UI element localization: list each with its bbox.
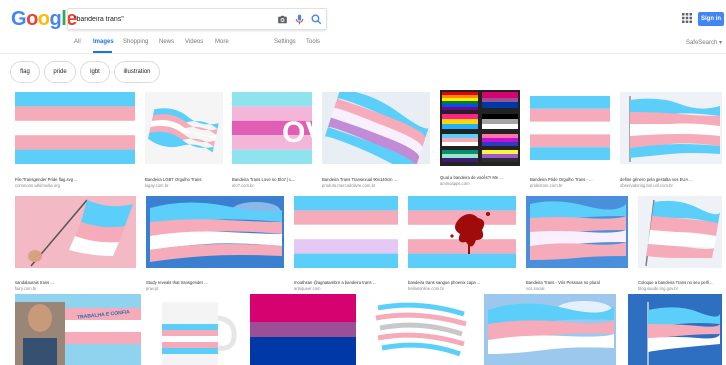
image-result[interactable]: define gênero pela gestalta nos EUA ... o…: [620, 92, 722, 188]
image-result[interactable]: [152, 294, 238, 365]
result-domain: artsqueer.com: [294, 285, 321, 291]
tab-videos[interactable]: Videos: [185, 39, 203, 45]
search-input[interactable]: [74, 12, 264, 27]
image-result[interactable]: [484, 294, 616, 365]
logo-letter: o: [26, 8, 38, 30]
ribbons-thumbnail: [368, 294, 472, 365]
logo-letter: g: [49, 8, 62, 30]
waving-flag-thumbnail: [322, 92, 430, 164]
result-domain: observatoriog.bol.uol.com.br: [620, 182, 673, 188]
waving-flag-sky-thumbnail: [146, 196, 284, 268]
result-domain: aminoapps.com: [440, 180, 470, 186]
image-result[interactable]: sandalaurais trans ... fairy.com.br: [15, 196, 136, 291]
waving-flag-thumbnail: [638, 196, 722, 268]
result-domain: elo7.com.br: [232, 182, 254, 188]
image-result[interactable]: Bandeira LGBT Orgulho Trans kigay.com.br: [145, 92, 223, 188]
image-result[interactable]: TRABALHA E CONFIA: [15, 294, 141, 365]
tab-tools[interactable]: Tools: [306, 39, 320, 45]
image-result[interactable]: Bandeira Pride Orgulho Trans - ... prides…: [530, 92, 610, 188]
microphone-icon[interactable]: [293, 13, 306, 26]
mug-thumbnail: [152, 294, 238, 365]
bisexual-flag-thumbnail: [250, 294, 356, 365]
tab-shopping[interactable]: Shopping: [123, 39, 148, 45]
logo-letter: G: [11, 8, 27, 30]
result-domain: bellasonline.com.br: [408, 285, 445, 291]
header: Google Sign in: [0, 0, 726, 34]
search-tabs: All Images Shopping News Videos More Set…: [0, 38, 726, 53]
result-domain: commons.wikimedia.org: [15, 182, 60, 188]
chip-flag[interactable]: flag: [10, 61, 40, 83]
search-icon[interactable]: [310, 13, 323, 26]
result-title: Coloque a bandeira Trans no seu perfi...: [638, 280, 713, 285]
image-result[interactable]: Qual a bandeira de vocês?! Me ... aminoap…: [440, 90, 520, 186]
result-domain: fairy.com.br: [15, 285, 37, 291]
image-result[interactable]: File:Transgender Pride flag.svg ... commo…: [15, 92, 135, 188]
result-domain: kigay.com.br: [145, 182, 169, 188]
result-domain: produto.mercadolivre.com.br: [322, 182, 376, 188]
logo-letter: o: [37, 8, 50, 30]
tab-news[interactable]: News: [159, 39, 174, 45]
image-result[interactable]: Study reveals that transgender ... pnw.pt: [146, 196, 284, 291]
camera-icon[interactable]: [276, 13, 289, 26]
chip-illustration[interactable]: illustration: [114, 61, 160, 83]
divider: [0, 53, 726, 54]
blood-splatter-flag-thumbnail: [408, 196, 516, 268]
waving-flag-sky-thumbnail: [484, 294, 616, 365]
image-result[interactable]: [250, 294, 356, 365]
image-result[interactable]: [628, 294, 722, 365]
result-domain: voz.social: [526, 285, 545, 291]
image-result[interactable]: mouthsan @agnatambre a bandeira trans ..…: [294, 196, 398, 291]
trans-flag-thumbnail: [15, 92, 135, 164]
result-domain: pridestore.com.br: [530, 182, 563, 188]
image-result[interactable]: OV Bandeira Trans Love no Elo7 | L...elo…: [232, 92, 312, 188]
chip-pride[interactable]: pride: [44, 61, 76, 83]
image-result[interactable]: Bandeira Trans - Vós Pessoas no plural vo…: [526, 196, 628, 291]
tab-settings[interactable]: Settings: [274, 39, 296, 45]
safesearch-toggle[interactable]: SafeSearch ▾: [686, 39, 722, 46]
svg-text:OV: OV: [282, 116, 312, 149]
chip-lgbt[interactable]: lgbt: [80, 61, 110, 83]
image-result[interactable]: Coloque a bandeira Trans no seu perfi...…: [638, 196, 722, 291]
tab-images[interactable]: Images: [93, 39, 114, 45]
result-domain: blog.saude.mg.gov.br: [638, 285, 678, 291]
love-flag-thumbnail: OV: [232, 92, 312, 164]
image-result[interactable]: bandeira trans sangue phoenix capa ... be…: [408, 196, 516, 291]
tab-all[interactable]: All: [74, 39, 81, 45]
trans-flag-thumbnail: [530, 92, 610, 164]
person-with-flag-thumbnail: [15, 294, 141, 365]
waving-flag-sky-thumbnail: [526, 196, 628, 268]
trans-flag-thumbnail: [294, 196, 398, 268]
waving-flag-sky-thumbnail: [628, 294, 722, 365]
sign-in-button[interactable]: Sign in: [698, 12, 724, 26]
flag-collection-thumbnail: [440, 90, 520, 166]
waving-flag-thumbnail: [145, 92, 223, 164]
waving-flag-thumbnail: [620, 92, 722, 164]
hand-holding-flag-thumbnail: [15, 196, 136, 268]
image-result[interactable]: [368, 294, 472, 365]
apps-grid-icon[interactable]: [682, 13, 692, 23]
tab-more[interactable]: More: [215, 39, 229, 45]
image-result[interactable]: Bandeira Trans Transexual 90x140cm ... pr…: [322, 92, 430, 188]
result-domain: pnw.pt: [146, 285, 159, 291]
search-box: [67, 8, 327, 30]
